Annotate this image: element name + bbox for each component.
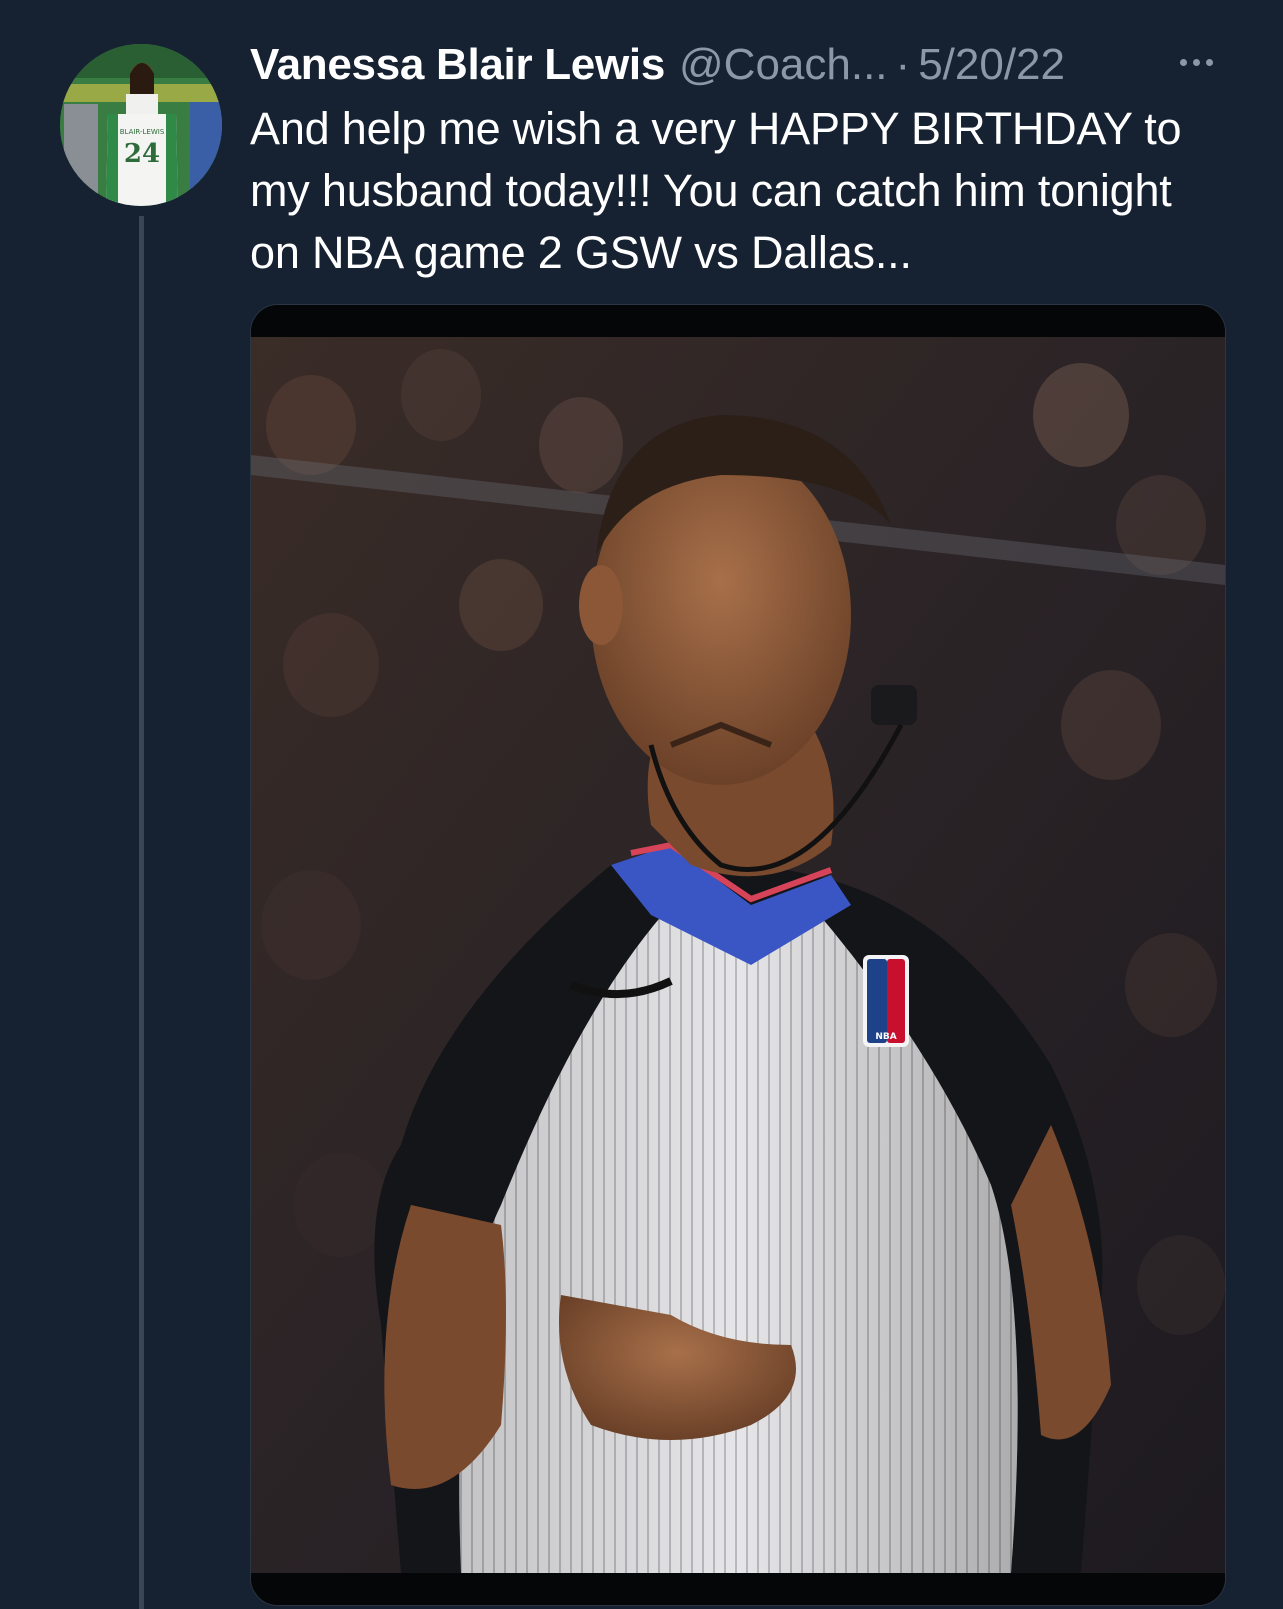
more-horizontal-icon[interactable] [1171, 42, 1221, 82]
referee-photo: NBA [251, 305, 1225, 1605]
thread-line [139, 216, 144, 1609]
author-avatar[interactable]: BLAIR-LEWIS 24 [60, 44, 222, 206]
author-handle[interactable]: @Coach... [679, 40, 888, 90]
tweet-date[interactable]: 5/20/22 [918, 40, 1065, 90]
tweet-media[interactable]: NBA [250, 304, 1226, 1606]
nba-logo-text: NBA [875, 1032, 896, 1042]
tweet-header: Vanessa Blair Lewis @Coach... · 5/20/22 [250, 36, 1065, 94]
avatar-jersey-number: 24 [124, 139, 160, 169]
avatar-image: BLAIR-LEWIS 24 [60, 44, 222, 206]
tweet-text: And help me wish a very HAPPY BIRTHDAY t… [250, 103, 1182, 278]
author-name[interactable]: Vanessa Blair Lewis [250, 40, 665, 90]
header-separator: · [895, 40, 911, 89]
avatar-jersey-name: BLAIR-LEWIS [120, 128, 165, 136]
tweet[interactable]: BLAIR-LEWIS 24 Vanessa Blair Lewis @Coac… [0, 0, 1283, 1609]
